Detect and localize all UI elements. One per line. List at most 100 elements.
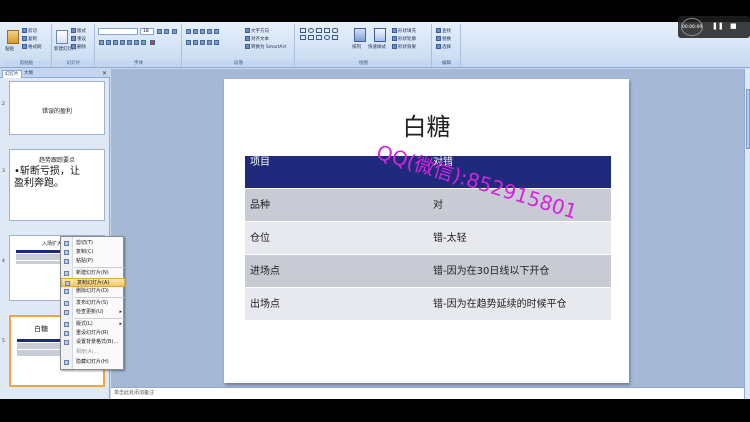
slide-thumbnail-2[interactable]: 错误的盈利 — [9, 81, 105, 135]
align-right-icon[interactable] — [200, 40, 205, 45]
menu-item-check-updates[interactable]: 检查更新(U) ▸ — [61, 308, 125, 317]
increase-indent-icon[interactable] — [207, 29, 212, 34]
layout-icon — [64, 322, 69, 327]
video-player-controls: 00:06:09 ❚❚ ■ — [678, 16, 750, 38]
paragraph-group: 文字方向 对齐文本 转换为 SmartArt 段落 — [183, 24, 295, 67]
replace-button[interactable]: 替换 — [436, 36, 451, 43]
close-panel-icon[interactable]: × — [102, 70, 107, 77]
clear-format-icon[interactable] — [172, 29, 177, 34]
shape-outline-label: 形状轮廓 — [398, 37, 416, 42]
shape-triangle-icon[interactable] — [300, 35, 306, 40]
line-spacing-icon[interactable] — [214, 29, 219, 34]
current-slide[interactable]: 白糖 项目 对错 品种 对 仓位 错-太轻 进场点 错-因为在30日线以下开仓 … — [224, 79, 629, 383]
shape-rectangle-icon[interactable] — [300, 28, 306, 33]
shape-outline-button[interactable]: 形状轮廓 — [392, 36, 416, 43]
bullets-icon[interactable] — [186, 29, 191, 34]
select-button[interactable]: 选择 — [436, 44, 451, 51]
menu-item-reset-slide[interactable]: 重设幻灯片(R) — [61, 329, 125, 338]
pause-button[interactable]: ❚❚ — [712, 20, 724, 32]
vertical-scrollbar[interactable] — [744, 69, 750, 399]
copy-button[interactable]: 复制 — [22, 36, 37, 43]
reset-button[interactable]: 重设 — [71, 36, 86, 43]
effects-icon — [392, 44, 397, 49]
new-slide-icon[interactable] — [56, 30, 68, 44]
align-center-icon[interactable] — [193, 40, 198, 45]
shape-circle-icon[interactable] — [324, 35, 330, 40]
columns-icon[interactable] — [214, 40, 219, 45]
arrange-icon[interactable] — [354, 28, 366, 42]
menu-item-delete-slide[interactable]: 删除幻灯片(D) — [61, 287, 125, 296]
ribbon: 粘贴 剪切 复制 格式刷 剪贴板 新建幻灯片 版式 重设 删除 幻灯片 18 字… — [0, 22, 750, 68]
cut-button[interactable]: 剪切 — [22, 28, 37, 35]
shape-star-icon[interactable] — [308, 35, 314, 40]
table-cell: 错-因为在趋势延续的时候平仓 — [433, 299, 567, 310]
table-row: 仓位 错-太轻 — [245, 222, 611, 255]
strikethrough-icon[interactable] — [120, 40, 125, 45]
arrange-button[interactable]: 排列 — [352, 45, 361, 51]
menu-item-duplicate-slide[interactable]: 复制幻灯片(A) — [61, 278, 125, 287]
numbering-icon[interactable] — [193, 29, 198, 34]
menu-item-format-background[interactable]: 设置背景格式(B)... — [61, 338, 125, 347]
grow-font-icon[interactable] — [157, 29, 162, 34]
menu-item-publish-slides[interactable]: 发布幻灯片(S) — [61, 299, 125, 308]
menu-item-cut[interactable]: 剪切(T) — [61, 239, 125, 248]
tab-outline[interactable]: 大纲 — [22, 70, 35, 78]
decrease-indent-icon[interactable] — [200, 29, 205, 34]
change-case-icon[interactable] — [141, 40, 146, 45]
menu-item-paste[interactable]: 粘贴(P) — [61, 257, 125, 266]
shrink-font-icon[interactable] — [164, 29, 169, 34]
shape-brace-icon[interactable] — [332, 35, 338, 40]
shape-fill-button[interactable]: 形状填充 — [392, 28, 416, 35]
slide-table[interactable]: 项目 对错 品种 对 仓位 错-太轻 进场点 错-因为在30日线以下开仓 出场点… — [245, 156, 611, 321]
smartart-button[interactable]: 转换为 SmartArt — [245, 44, 286, 51]
find-button[interactable]: 查找 — [436, 28, 451, 35]
slide-title[interactable]: 白糖 — [224, 107, 629, 142]
slide-editing-area: 白糖 项目 对错 品种 对 仓位 错-太轻 进场点 错-因为在30日线以下开仓 … — [111, 69, 744, 399]
thumb-number-4: 4 — [2, 259, 5, 264]
text-direction-button[interactable]: 文字方向 — [245, 28, 269, 35]
publish-icon — [64, 301, 69, 306]
menu-item-new-slide[interactable]: 新建幻灯片(N) — [61, 269, 125, 278]
shadow-icon[interactable] — [127, 40, 132, 45]
fullscreen-button[interactable]: ■ — [730, 20, 737, 32]
scrollbar-thumb[interactable] — [746, 89, 750, 149]
slide-thumbnail-3[interactable]: 趋势跟踪要点 •斩断亏损，让盈利奔跑。 — [9, 149, 105, 221]
menu-item-hide-slide[interactable]: 隐藏幻灯片(H) — [61, 358, 125, 367]
shape-fill-label: 形状填充 — [398, 29, 416, 34]
format-painter-button[interactable]: 格式刷 — [22, 44, 42, 51]
editing-group: 查找 替换 选择 编辑 — [433, 24, 461, 67]
spacing-icon[interactable] — [134, 40, 139, 45]
quick-styles-icon[interactable] — [374, 28, 386, 42]
menu-item-copy[interactable]: 复制(C) — [61, 248, 125, 257]
font-name-input[interactable] — [98, 28, 138, 35]
paste-button[interactable]: 粘贴 — [5, 47, 14, 53]
bold-icon[interactable] — [99, 40, 104, 45]
quick-styles-button[interactable]: 快速样式 — [368, 45, 386, 51]
text-direction-label: 文字方向 — [251, 29, 269, 34]
underline-icon[interactable] — [113, 40, 118, 45]
font-color-icon[interactable] — [150, 40, 155, 45]
reset-label: 重设 — [77, 37, 86, 42]
shape-rounded-icon[interactable] — [332, 28, 338, 33]
group-label-paragraph: 段落 — [183, 61, 294, 67]
menu-item-layout[interactable]: 版式(L) ▸ — [61, 320, 125, 329]
shape-effects-button[interactable]: 形状效果 — [392, 44, 416, 51]
shape-arrow-icon[interactable] — [324, 28, 330, 33]
layout-icon — [71, 28, 76, 33]
find-icon — [436, 28, 441, 33]
thumb-title-2: 错误的盈利 — [41, 108, 72, 115]
align-left-icon[interactable] — [186, 40, 191, 45]
tab-slides[interactable]: 幻灯片 — [2, 70, 22, 78]
menu-separator — [74, 297, 124, 298]
shape-callout-icon[interactable] — [316, 35, 322, 40]
shape-line-icon[interactable] — [316, 28, 322, 33]
notes-pane[interactable]: 单击此处添加备注 — [111, 387, 744, 399]
layout-button[interactable]: 版式 — [71, 28, 86, 35]
italic-icon[interactable] — [106, 40, 111, 45]
font-size-input[interactable]: 18 — [140, 28, 154, 35]
paste-icon[interactable] — [7, 30, 19, 44]
delete-button[interactable]: 删除 — [71, 44, 86, 51]
justify-icon[interactable] — [207, 40, 212, 45]
align-text-button[interactable]: 对齐文本 — [245, 36, 269, 43]
shape-oval-icon[interactable] — [308, 28, 314, 33]
